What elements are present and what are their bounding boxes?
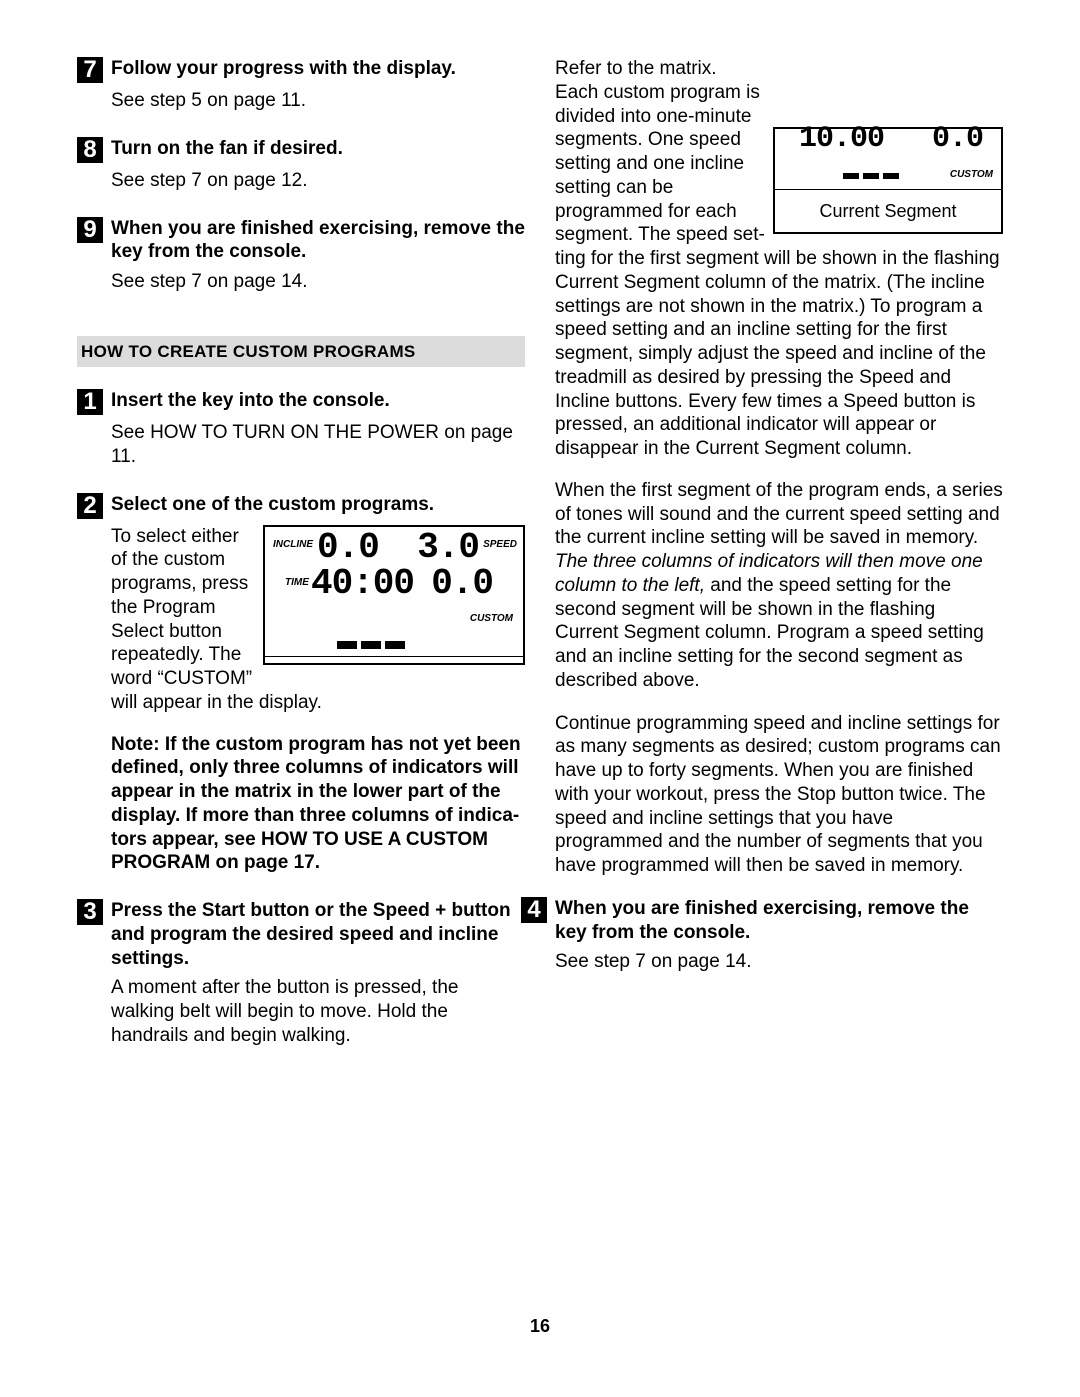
step-title: Press the Start button or the Speed + bu… [111,899,525,970]
lcd-small-big: 10.00 [799,121,884,159]
lcd-display-large: INCLINE 0.0 3.0 SPEED TIME 40:00 0.0 CUS… [263,525,525,665]
right-p2a: When the first segment of the program en… [555,480,1003,549]
step-title: When you are finished exercising, remove… [111,217,525,265]
custom-step-2: 2 Select one of the custom programs. [77,493,525,519]
step-body: See step 7 on page 12. [111,169,525,193]
custom-step-1: 1 Insert the key into the console. [77,389,525,415]
bar-matrix-small [843,173,899,179]
step-7: 7 Follow your progress with the display. [77,57,525,83]
step-2-note: Note: If the custom program has not yet … [111,733,525,876]
step-8: 8 Turn on the fan if desired. [77,137,525,163]
right-para-2: When the first segment of the program en… [555,479,1003,693]
step-title: Select one of the custom programs. [111,493,525,517]
lcd-small-small: 0.0 [932,121,983,159]
extra-value: 0.0 [431,561,493,606]
page-number: 16 [0,1315,1080,1338]
step-title: Follow your progress with the display. [111,57,525,81]
speed-label: SPEED [483,539,517,552]
left-column: 7 Follow your progress with the display.… [77,57,525,1072]
custom-step-3: 3 Press the Start button or the Speed + … [77,899,525,970]
custom-label: CUSTOM [470,613,513,626]
lcd-display-small: 10.00 0.0 CUSTOM Current Segment [773,127,1003,234]
step-number: 8 [77,137,103,163]
incline-label: INCLINE [273,539,313,552]
step-body: See step 7 on page 14. [555,950,1003,974]
current-segment-caption: Current Segment [775,200,1001,223]
step-body: A moment after the button is pressed, th… [111,976,525,1047]
step-body: See step 7 on page 14. [111,270,525,294]
time-label: TIME [285,577,309,590]
time-value: 40:00 [311,561,414,606]
step-number: 3 [77,899,103,925]
section-title: HOW TO CREATE CUSTOM PROGRAMS [77,336,525,367]
step-number: 1 [77,389,103,415]
step-body: See HOW TO TURN ON THE POWER on page 11. [111,421,525,469]
step-number: 2 [77,493,103,519]
step-title: When you are finished exercising, remove… [555,897,1003,945]
bar-matrix [337,641,405,649]
right-column: 10.00 0.0 CUSTOM Current Segment Refer t… [555,57,1003,1072]
step-number: 4 [521,897,547,923]
right-p1-text: Refer to the matrix. Each custom program… [555,58,1000,459]
right-para-1: 10.00 0.0 CUSTOM Current Segment Refer t… [555,57,1003,461]
custom-step-4: 4 When you are finished exercising, remo… [521,897,1003,945]
step-title: Insert the key into the console. [111,389,525,413]
step-9: 9 When you are finished exercising, remo… [77,217,525,265]
right-para-3: Continue programming speed and incline s… [555,712,1003,878]
step-title: Turn on the fan if desired. [111,137,525,161]
custom-step-2-body: INCLINE 0.0 3.0 SPEED TIME 40:00 0.0 CUS… [111,525,525,876]
step-number: 9 [77,217,103,243]
step-body: See step 5 on page 11. [111,89,525,113]
step-number: 7 [77,57,103,83]
lcd-small-custom: CUSTOM [950,169,993,182]
